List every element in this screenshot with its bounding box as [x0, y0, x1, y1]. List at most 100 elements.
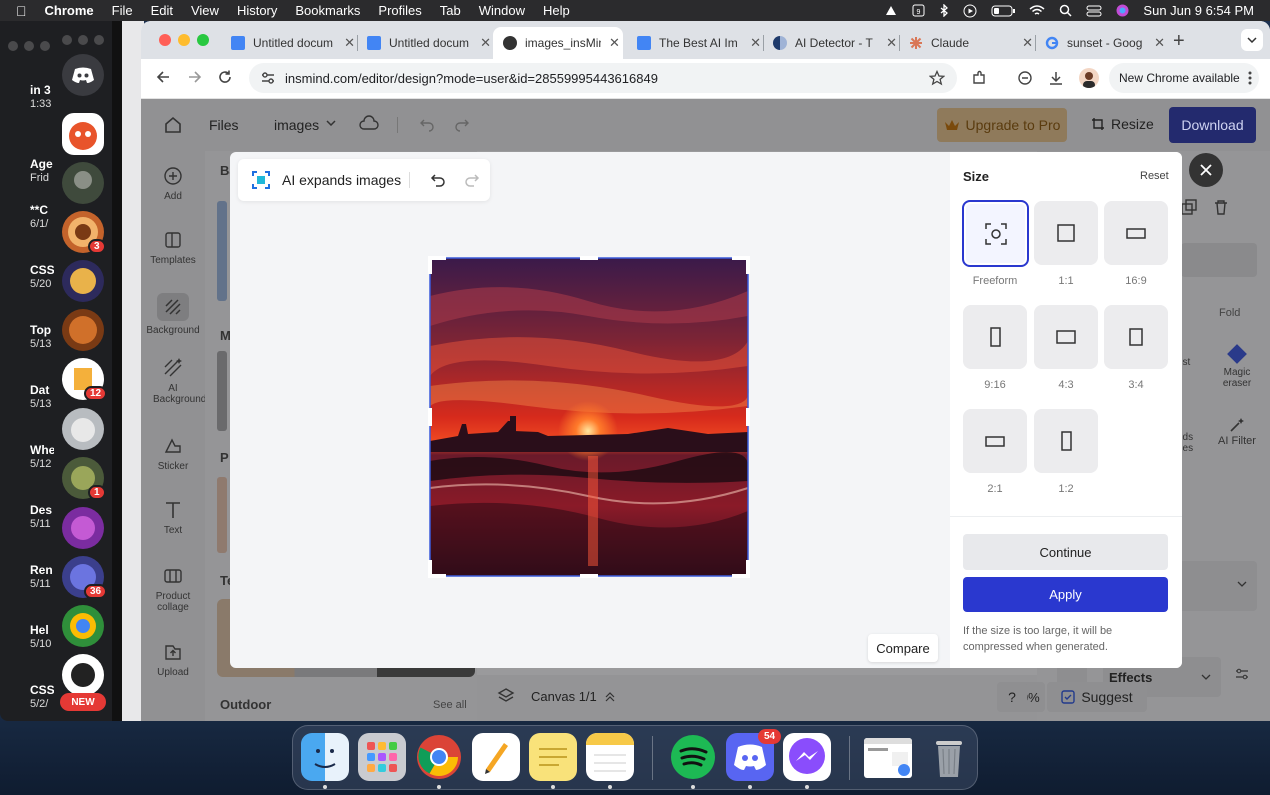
crop-handle-top[interactable]	[580, 256, 598, 260]
tab-untitled-doc-1[interactable]: Untitled docum ✕	[221, 27, 355, 59]
server-icon-5[interactable]	[62, 309, 104, 351]
apple-menu-icon[interactable]: 	[16, 3, 27, 19]
help-button[interactable]: ?	[997, 682, 1027, 712]
modal-redo-icon[interactable]	[464, 172, 480, 188]
property-field[interactable]	[1181, 243, 1257, 277]
crop-handle-bottom[interactable]	[580, 574, 598, 578]
tool-product-collage[interactable]: Product collage	[141, 565, 205, 613]
new-tab-button[interactable]: +	[1173, 30, 1185, 53]
zoom-window-button[interactable]	[197, 34, 209, 46]
chrome-window-thumbnail[interactable]	[864, 738, 912, 778]
server-icon-7[interactable]	[62, 408, 104, 450]
close-tab-icon[interactable]: ✕	[480, 35, 491, 51]
crop-handle-right[interactable]	[746, 408, 750, 426]
finder-icon[interactable]	[301, 733, 349, 781]
close-tab-icon[interactable]: ✕	[886, 35, 897, 51]
control-center-icon[interactable]	[1086, 5, 1102, 17]
fold-toggle[interactable]: Fold	[1219, 307, 1240, 319]
tool-text[interactable]: Text	[141, 499, 205, 536]
spotlight-icon[interactable]	[1059, 4, 1072, 17]
close-tab-icon[interactable]: ✕	[1154, 35, 1165, 51]
expand-canvas[interactable]	[428, 256, 750, 578]
download-button[interactable]: Download	[1169, 107, 1256, 143]
server-icon-12[interactable]	[62, 654, 104, 696]
spotify-icon[interactable]	[669, 733, 717, 781]
close-tab-icon[interactable]: ✕	[609, 35, 620, 51]
sliders-icon[interactable]	[1235, 667, 1249, 681]
tool-upload[interactable]: Upload	[141, 641, 205, 678]
cloud-sync-icon[interactable]	[359, 115, 379, 133]
menu-bookmarks[interactable]: Bookmarks	[295, 3, 360, 18]
continue-button[interactable]: Continue	[963, 534, 1168, 570]
trash-icon[interactable]	[925, 733, 973, 781]
discord-home-icon[interactable]	[62, 54, 104, 96]
close-tab-icon[interactable]: ✕	[1022, 35, 1033, 51]
chevron-down-icon[interactable]	[1237, 581, 1247, 587]
battery-icon[interactable]	[991, 5, 1016, 17]
home-icon[interactable]	[163, 115, 183, 135]
menu-history[interactable]: History	[237, 3, 277, 18]
back-icon[interactable]	[155, 69, 171, 85]
pages-icon[interactable]	[472, 733, 520, 781]
magic-eraser-tool[interactable]: Magic eraser	[1213, 344, 1261, 389]
tab-search-button[interactable]	[1241, 29, 1263, 51]
messenger-icon[interactable]	[783, 733, 831, 781]
compare-button[interactable]: Compare	[868, 634, 938, 662]
canvas-pager[interactable]: Canvas 1/1	[531, 689, 615, 704]
crop-handle-top-left[interactable]	[428, 256, 446, 274]
tool-ai-background[interactable]: AI Background	[141, 357, 206, 405]
see-all-link[interactable]: See all	[433, 699, 467, 711]
size-option-1-1[interactable]	[1034, 201, 1098, 265]
menu-profiles[interactable]: Profiles	[378, 3, 421, 18]
menu-file[interactable]: File	[112, 3, 133, 18]
delete-icon[interactable]	[1213, 199, 1229, 215]
bookmark-star-icon[interactable]	[929, 70, 945, 86]
redo-icon[interactable]	[454, 116, 470, 132]
reset-button[interactable]: Reset	[1140, 170, 1169, 182]
tool-background[interactable]: Background	[141, 293, 205, 336]
stickies-icon[interactable]	[529, 733, 577, 781]
wifi-icon[interactable]	[1029, 4, 1045, 17]
tab-best-ai[interactable]: The Best AI Im ✕	[627, 27, 761, 59]
server-icon-11[interactable]	[62, 605, 104, 647]
size-option-9-16[interactable]	[963, 305, 1027, 369]
upgrade-to-pro-button[interactable]: Upgrade to Pro	[937, 108, 1067, 142]
menu-tab[interactable]: Tab	[440, 3, 461, 18]
close-window-button[interactable]	[159, 34, 171, 46]
tool-sticker[interactable]: Sticker	[141, 435, 205, 472]
chrome-icon[interactable]	[415, 733, 463, 781]
play-icon[interactable]	[963, 4, 977, 18]
tab-untitled-doc-2[interactable]: Untitled docum ✕	[357, 27, 491, 59]
tab-claude[interactable]: Claude ✕	[899, 27, 1033, 59]
size-option-3-4[interactable]	[1104, 305, 1168, 369]
new-chrome-available-button[interactable]: New Chrome available	[1109, 63, 1259, 93]
tab-ai-detector[interactable]: AI Detector - T ✕	[763, 27, 897, 59]
server-icon-fox[interactable]	[62, 113, 104, 155]
minimize-window-button[interactable]	[178, 34, 190, 46]
server-icon-9[interactable]	[62, 507, 104, 549]
menu-window[interactable]: Window	[479, 3, 525, 18]
undo-icon[interactable]	[419, 116, 435, 132]
crop-handle-bottom-left[interactable]	[428, 560, 446, 578]
tool-templates[interactable]: Templates	[141, 229, 205, 266]
site-settings-icon[interactable]	[261, 71, 275, 85]
menubar-clock[interactable]: Sun Jun 9 6:54 PM	[1143, 3, 1254, 18]
menu-help[interactable]: Help	[543, 3, 570, 18]
copy-icon[interactable]	[1181, 199, 1197, 215]
size-option-2-1[interactable]	[963, 409, 1027, 473]
document-name[interactable]: images	[274, 117, 319, 133]
panel-thumbnail[interactable]	[217, 201, 227, 301]
download-icon[interactable]	[1048, 70, 1064, 86]
drive-icon[interactable]	[884, 5, 898, 17]
resize-button[interactable]: Resize	[1091, 116, 1154, 132]
crop-handle-top-right[interactable]	[732, 256, 750, 274]
menu-app-chrome[interactable]: Chrome	[45, 3, 94, 18]
ai-filter-tool[interactable]: AI Filter	[1209, 417, 1265, 447]
files-menu[interactable]: Files	[209, 117, 239, 133]
menu-view[interactable]: View	[191, 3, 219, 18]
panel-thumbnail[interactable]	[217, 477, 227, 553]
size-option-16-9[interactable]	[1104, 201, 1168, 265]
address-bar[interactable]: insmind.com/editor/design?mode=user&id=2…	[249, 63, 957, 93]
forward-icon[interactable]	[187, 69, 203, 85]
apply-button[interactable]: Apply	[963, 577, 1168, 612]
